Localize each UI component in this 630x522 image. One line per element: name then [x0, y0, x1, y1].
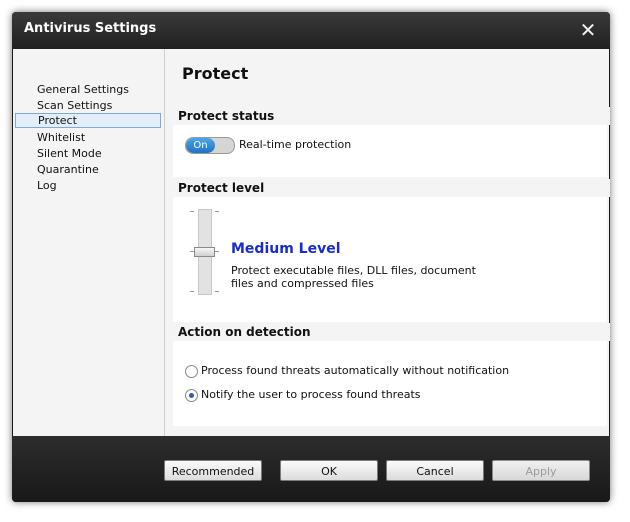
slider-tick	[190, 211, 194, 212]
content-area: General Settings Scan Settings Protect W…	[13, 49, 610, 436]
radio-notify-user[interactable]	[185, 389, 198, 402]
slider-tick	[215, 211, 219, 212]
sidebar-item-silent-mode[interactable]: Silent Mode	[15, 146, 161, 161]
sidebar-item-general-settings[interactable]: General Settings	[15, 82, 161, 97]
sidebar-item-whitelist[interactable]: Whitelist	[15, 130, 161, 145]
sidebar-item-log[interactable]: Log	[15, 178, 161, 193]
real-time-protection-toggle[interactable]: On	[185, 137, 235, 154]
action-on-detection-header: Action on detection	[173, 323, 610, 341]
sidebar-item-protect[interactable]: Protect	[15, 113, 161, 128]
apply-button[interactable]: Apply	[492, 460, 590, 481]
recommended-button[interactable]: Recommended	[164, 460, 262, 481]
sidebar-item-scan-settings[interactable]: Scan Settings	[15, 98, 161, 113]
close-icon[interactable]: ✕	[576, 18, 600, 42]
protect-level-name: Medium Level	[231, 241, 341, 257]
protect-level-section: Protect level Medium Level Protect execu…	[173, 179, 610, 322]
sidebar-item-quarantine[interactable]: Quarantine	[15, 162, 161, 177]
real-time-protection-label: Real-time protection	[239, 138, 352, 151]
protect-level-slider-thumb[interactable]	[194, 247, 215, 257]
cancel-button[interactable]: Cancel	[386, 460, 484, 481]
radio-process-automatically[interactable]	[185, 365, 198, 378]
settings-window: Antivirus Settings ✕ General Settings Sc…	[12, 12, 610, 502]
page-title: Protect	[182, 64, 249, 83]
window-title: Antivirus Settings	[24, 21, 157, 36]
radio-process-automatically-label[interactable]: Process found threats automatically with…	[201, 364, 509, 377]
main-panel: Protect Protect status On Real-time prot…	[165, 49, 610, 436]
protect-level-description: Protect executable files, DLL files, doc…	[231, 264, 476, 290]
slider-tick	[215, 291, 219, 292]
slider-tick	[190, 291, 194, 292]
protect-status-section: Protect status On Real-time protection	[173, 107, 610, 177]
protect-status-header: Protect status	[173, 107, 610, 125]
title-bar: Antivirus Settings ✕	[12, 12, 610, 49]
ok-button[interactable]: OK	[280, 460, 378, 481]
slider-tick	[215, 251, 219, 252]
radio-notify-user-label[interactable]: Notify the user to process found threats	[201, 388, 421, 401]
toggle-on-label: On	[186, 138, 215, 153]
sidebar: General Settings Scan Settings Protect W…	[13, 49, 165, 436]
protect-level-header: Protect level	[173, 179, 610, 197]
footer-bar: Recommended OK Cancel Apply	[12, 436, 610, 502]
action-on-detection-section: Action on detection Process found threat…	[173, 323, 610, 426]
